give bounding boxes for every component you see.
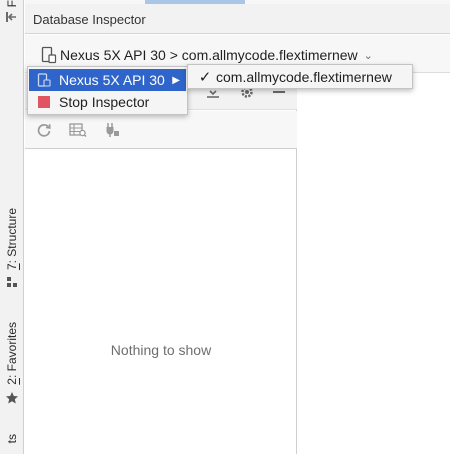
tool-tab-structure[interactable]: 7: Structure: [2, 208, 22, 288]
menu-item-device-label: Nexus 5X API 30: [59, 72, 165, 88]
align-left-icon: [6, 12, 16, 22]
menu-item-stop-inspector[interactable]: Stop Inspector: [29, 91, 186, 113]
left-tool-stripe: F 7: Structure 2: Favorites ts: [0, 0, 24, 454]
query-table-icon[interactable]: [68, 120, 88, 140]
refresh-icon[interactable]: [34, 120, 54, 140]
collapse-icon[interactable]: [2, 10, 22, 24]
process-submenu: ✓ com.allmycode.flextimernew: [187, 64, 413, 89]
checkmark-icon: ✓: [198, 69, 212, 86]
refresh-glyph: [37, 124, 51, 137]
tool-tab-partial-bottom-label: ts: [5, 434, 19, 444]
empty-state-text: Nothing to show: [110, 342, 212, 358]
tool-tab-partial-top[interactable]: F: [2, 0, 22, 7]
menu-item-device[interactable]: Nexus 5X API 30 ▶: [29, 69, 186, 91]
tool-window-header: Database Inspector: [25, 4, 450, 34]
chevron-down-icon: ⌄: [363, 49, 373, 62]
databases-panel: Nothing to show: [25, 74, 297, 454]
results-panel: [298, 74, 450, 454]
tool-tab-structure-label: 7: Structure: [5, 208, 19, 271]
process-selector-label: Nexus 5X API 30 > com.allmycode.flextime…: [60, 47, 358, 63]
star-icon: [6, 391, 18, 404]
process-popup-menu: Nexus 5X API 30 ▶ Stop Inspector: [27, 66, 188, 115]
tool-tab-partial-bottom[interactable]: ts: [2, 434, 22, 443]
stop-icon: [38, 96, 50, 108]
tool-window-title: Database Inspector: [33, 12, 146, 27]
device-icon: [41, 46, 57, 64]
keep-connections-glyph: [106, 123, 119, 137]
process-selector[interactable]: Nexus 5X API 30 > com.allmycode.flextime…: [41, 44, 373, 66]
structure-icon: [7, 277, 17, 288]
query-table-glyph: [69, 123, 87, 138]
database-inspector-window: F 7: Structure 2: Favorites ts Database …: [0, 0, 450, 454]
tool-tab-favorites[interactable]: 2: Favorites: [2, 322, 22, 405]
tool-tab-favorites-label: 2: Favorites: [5, 322, 19, 385]
submenu-arrow-icon: ▶: [172, 74, 180, 86]
keep-connections-icon[interactable]: [102, 120, 122, 140]
panel-actions-toolbar: [25, 111, 297, 149]
submenu-item-process-label: com.allmycode.flextimernew: [216, 69, 392, 85]
device-icon: [37, 73, 51, 87]
menu-item-stop-label: Stop Inspector: [59, 94, 150, 110]
submenu-item-process[interactable]: ✓ com.allmycode.flextimernew: [190, 67, 410, 87]
tool-tab-partial-label: F: [5, 0, 19, 8]
